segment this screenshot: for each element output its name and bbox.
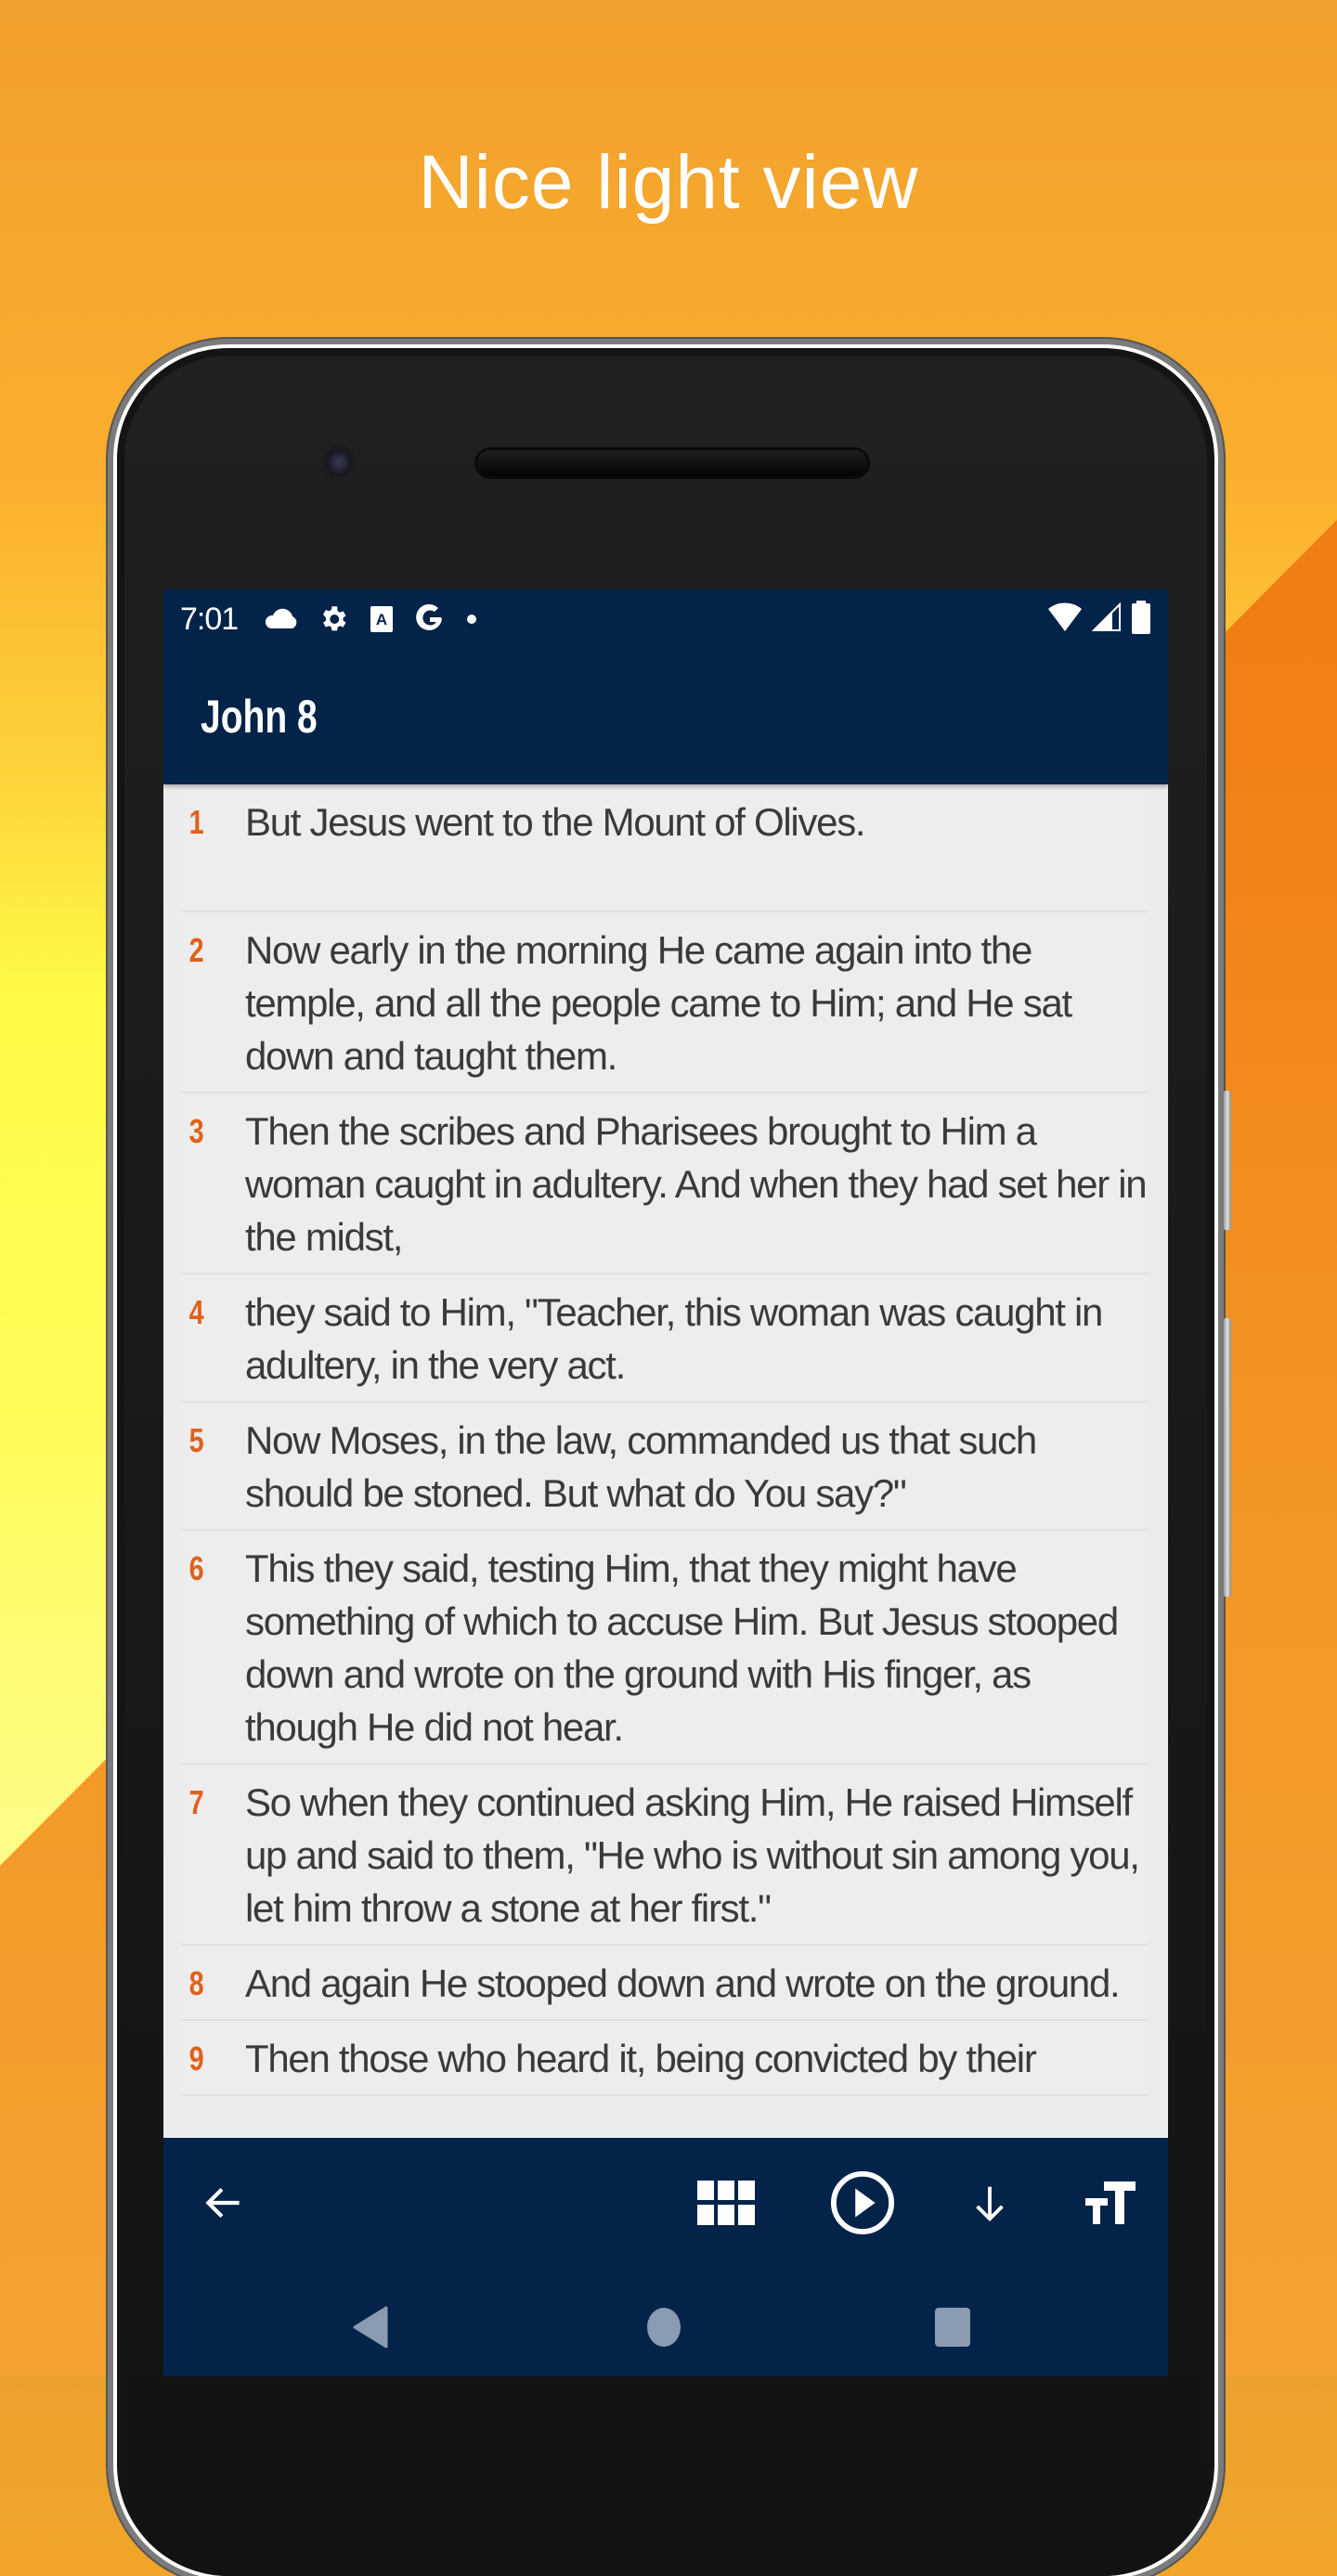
verse-number: 2 xyxy=(188,931,204,969)
verse-number: 8 xyxy=(188,1964,204,2002)
verse-number: 3 xyxy=(188,1112,204,1150)
verse-item[interactable]: 2 Now early in the morning He came again… xyxy=(180,913,1149,1094)
power-button xyxy=(1224,1318,1231,1597)
nav-back-button[interactable] xyxy=(344,2299,399,2355)
play-circle-icon xyxy=(830,2170,895,2235)
download-arrow-icon xyxy=(976,2186,1004,2221)
verse-item[interactable]: 1 But Jesus went to the Mount of Olives. xyxy=(180,784,1149,913)
translate-a-icon: A xyxy=(370,605,394,633)
volume-button xyxy=(1224,1091,1231,1230)
chapter-title: John 8 xyxy=(201,691,318,743)
verse-text: So when they continued asking Him, He ra… xyxy=(245,1780,1140,1930)
earpiece-speaker xyxy=(477,450,867,476)
verse-item[interactable]: 6 This they said, testing Him, that they… xyxy=(180,1531,1149,1765)
nav-recents-icon xyxy=(935,2308,970,2347)
cloud-icon xyxy=(264,608,299,630)
front-camera-icon xyxy=(325,448,353,476)
svg-text:A: A xyxy=(376,611,387,628)
verse-item[interactable]: 5 Now Moses, in the law, commanded us th… xyxy=(180,1403,1149,1531)
verse-number: 5 xyxy=(188,1421,204,1459)
nav-home-button[interactable] xyxy=(636,2299,692,2355)
verse-text: Now Moses, in the law, commanded us that… xyxy=(245,1418,1037,1515)
verse-number: 1 xyxy=(188,803,204,841)
verse-text: Then the scribes and Pharisees brought t… xyxy=(245,1109,1148,1259)
phone-screen: 7:01 A John 8 1 But Jesus went to the Mo… xyxy=(163,589,1168,2376)
back-arrow-icon xyxy=(205,2187,240,2219)
verse-number: 9 xyxy=(188,2039,204,2078)
wifi-icon xyxy=(1047,602,1083,637)
verse-item[interactable]: 3 Then the scribes and Pharisees brought… xyxy=(180,1094,1149,1275)
reader-toolbar xyxy=(163,2138,1168,2268)
gear-icon xyxy=(318,603,349,635)
promo-headline: Nice light view xyxy=(418,140,919,225)
text-size-icon xyxy=(1085,2181,1136,2224)
system-nav-bar xyxy=(163,2268,1168,2376)
verse-number: 7 xyxy=(188,1783,204,1821)
verse-item[interactable]: 8 And again He stooped down and wrote on… xyxy=(180,1946,1149,2021)
battery-icon xyxy=(1131,600,1151,639)
verse-item[interactable]: 4 they said to Him, "Teacher, this woman… xyxy=(180,1275,1149,1403)
nav-back-icon xyxy=(353,2306,388,2349)
verse-item[interactable]: 7 So when they continued asking Him, He … xyxy=(180,1765,1149,1946)
grid-icon xyxy=(697,2181,755,2225)
play-audio-button[interactable] xyxy=(830,2170,895,2235)
verse-text: And again He stooped down and wrote on t… xyxy=(245,1961,1121,2005)
status-time: 7:01 xyxy=(180,601,239,637)
dot-icon xyxy=(466,614,477,625)
verse-text: Now early in the morning He came again i… xyxy=(245,928,1072,1078)
google-g-icon xyxy=(414,602,446,636)
verse-number: 6 xyxy=(188,1549,204,1587)
nav-home-icon xyxy=(647,2308,681,2347)
app-bar: John 8 xyxy=(163,649,1168,784)
verse-text: This they said, testing Him, that they m… xyxy=(245,1547,1119,1749)
verse-list[interactable]: 1 But Jesus went to the Mount of Olives.… xyxy=(163,784,1168,2140)
signal-icon xyxy=(1091,602,1122,637)
verse-item[interactable]: 9 Then those who heard it, being convict… xyxy=(180,2021,1149,2096)
verse-number: 4 xyxy=(188,1293,204,1331)
nav-recents-button[interactable] xyxy=(925,2299,980,2355)
back-button[interactable] xyxy=(191,2170,256,2235)
verse-text: Then those who heard it, being convicted… xyxy=(245,2037,1037,2080)
download-button[interactable] xyxy=(957,2170,1022,2235)
verse-text: But Jesus went to the Mount of Olives. xyxy=(245,800,866,844)
text-size-button[interactable] xyxy=(1078,2170,1143,2235)
status-bar: 7:01 A xyxy=(163,589,1168,649)
verse-text: they said to Him, "Teacher, this woman w… xyxy=(245,1290,1103,1387)
chapters-grid-button[interactable] xyxy=(694,2170,759,2235)
